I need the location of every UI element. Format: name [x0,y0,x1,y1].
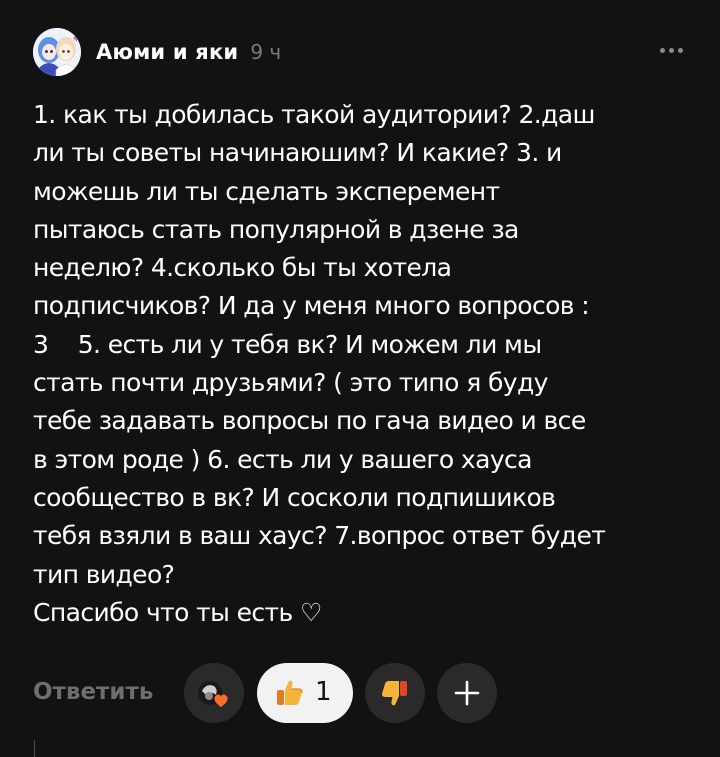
comment-actions: Ответить 1 [33,662,673,724]
comment-text: 1. как ты добилась такой аудитории? 2.да… [33,100,606,627]
reply-button[interactable]: Ответить [33,679,153,705]
like-button[interactable]: 1 [257,663,353,723]
avatar[interactable] [33,28,81,76]
comment-time: 9 ч [250,40,282,64]
reactor-avatars-icon [196,679,228,707]
thumbs-up-icon [277,680,303,705]
anime-avatar-icon [33,28,81,76]
comment-card: Аюми и яки 9 ч 1. как ты добилась такой … [0,0,720,757]
comment-header: Аюми и яки 9 ч [33,26,688,78]
more-dots-icon[interactable] [654,38,688,62]
dislike-button[interactable] [365,663,425,723]
reactors-button[interactable] [184,663,244,723]
author-name[interactable]: Аюми и яки [96,40,238,64]
like-count: 1 [315,677,332,707]
thread-line [34,740,35,757]
thumbs-down-icon [381,681,407,706]
add-reaction-button[interactable] [437,663,497,723]
plus-icon [454,680,480,706]
